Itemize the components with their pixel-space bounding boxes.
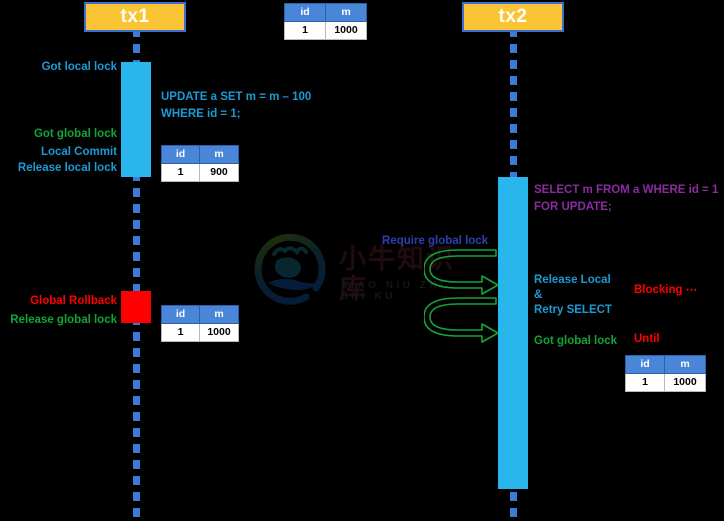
label-release-global-lock: Release global lock — [10, 314, 117, 326]
table-tx2-result: id m 1 1000 — [625, 355, 706, 392]
cell-id: 1 — [161, 323, 200, 342]
cell-m: 1000 — [199, 323, 239, 342]
table-row: 1 1000 — [284, 21, 367, 40]
bull-logo-icon — [254, 233, 326, 305]
cell-id: 1 — [284, 21, 326, 40]
column-header-m: m — [664, 355, 706, 374]
tx2-sql-statement: SELECT m FROM a WHERE id = 1 FOR UPDATE; — [534, 184, 719, 213]
column-header-id: id — [625, 355, 665, 374]
label-release-local-retry-select: Release Local & Retry SELECT — [534, 274, 612, 316]
label-got-global-lock-tx1: Got global lock — [33, 128, 117, 140]
label-until: Until — [634, 333, 660, 345]
table-after-rollback: id m 1 1000 — [161, 305, 239, 342]
diagram-canvas: 小牛知识库 XIAO NIU ZHI SHI KU tx1 Got local … — [0, 0, 724, 521]
table-header-row: id m — [161, 145, 239, 164]
tx1-sql-statement: UPDATE a SET m = m – 100 WHERE id = 1; — [161, 91, 312, 120]
cell-m: 1000 — [664, 373, 706, 392]
label-release-local-lock: Release local lock — [17, 162, 117, 174]
tx1-rollback-box — [121, 291, 151, 323]
tx1-header[interactable]: tx1 — [84, 2, 186, 32]
label-got-local-lock: Got local lock — [41, 61, 117, 73]
column-header-m: m — [325, 3, 367, 22]
label-blocking: Blocking ⋯ — [634, 284, 698, 296]
column-header-m: m — [199, 305, 239, 324]
table-header-row: id m — [625, 355, 706, 374]
tx1-header-label: tx1 — [120, 6, 150, 27]
cell-m: 1000 — [325, 21, 367, 40]
table-row: 1 1000 — [625, 373, 706, 392]
column-header-id: id — [284, 3, 326, 22]
tx2-header-label: tx2 — [498, 6, 528, 27]
cell-id: 1 — [161, 163, 200, 182]
column-header-m: m — [199, 145, 239, 164]
table-row: 1 900 — [161, 163, 239, 182]
label-global-rollback: Global Rollback — [30, 295, 117, 307]
retry-arrows-icon — [424, 249, 499, 343]
label-got-global-lock-tx2: Got global lock — [534, 335, 618, 347]
table-header-row: id m — [284, 3, 367, 22]
table-initial-state: id m 1 1000 — [284, 3, 367, 40]
table-header-row: id m — [161, 305, 239, 324]
label-local-commit: Local Commit — [40, 146, 117, 158]
column-header-id: id — [161, 145, 200, 164]
cell-m: 900 — [199, 163, 239, 182]
cell-id: 1 — [625, 373, 665, 392]
table-after-local-update: id m 1 900 — [161, 145, 239, 182]
tx1-activation-bar — [121, 62, 151, 177]
column-header-id: id — [161, 305, 200, 324]
tx2-header[interactable]: tx2 — [462, 2, 564, 32]
table-row: 1 1000 — [161, 323, 239, 342]
